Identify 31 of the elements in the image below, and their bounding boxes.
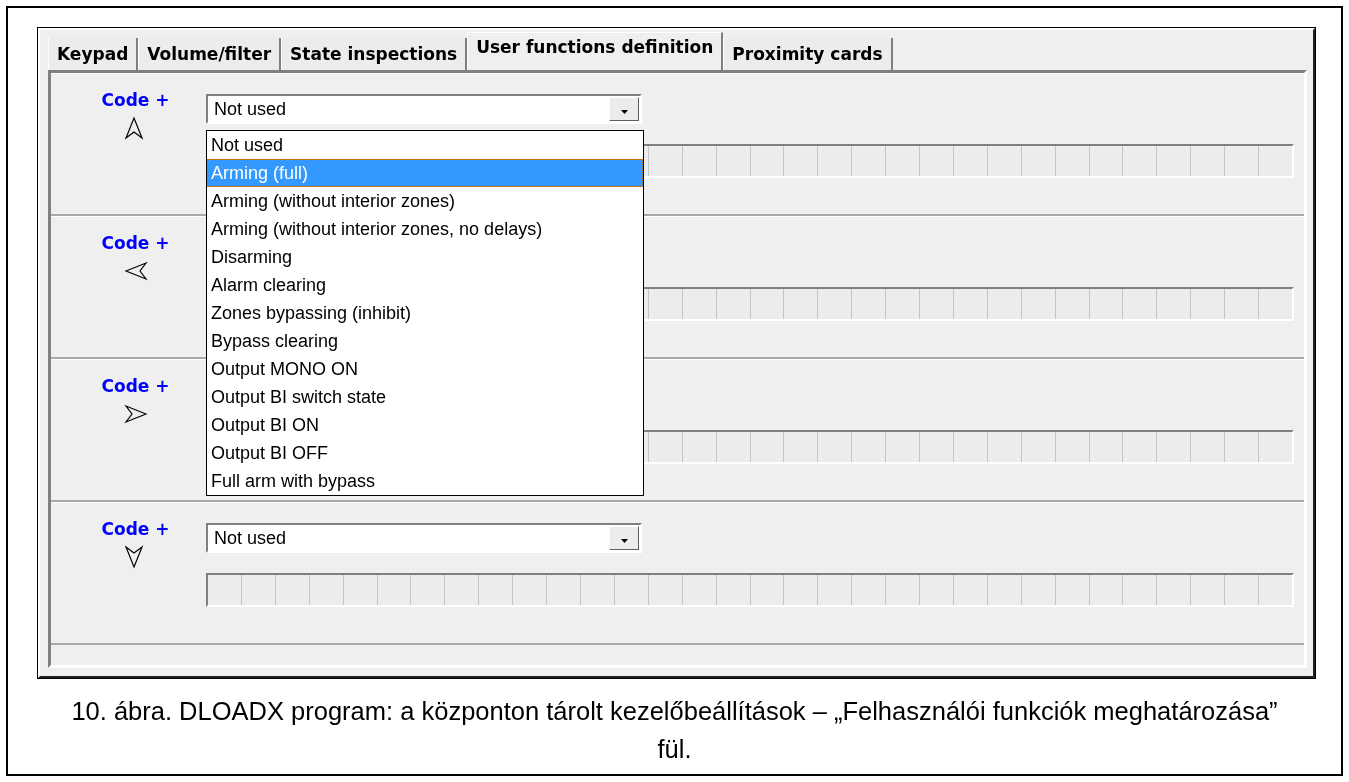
function-dropdown[interactable]: Not used [206, 523, 642, 553]
code-label: Code + [101, 519, 170, 539]
code-label: Code + [101, 233, 170, 253]
figure-caption: 10. ábra. DLOADX program: a központon tárolt kezelőbeállítások – „Felhasználói funkciók meghatározása” fül. [70, 696, 1279, 765]
list-option[interactable]: Not used [207, 131, 643, 159]
code-digits-field[interactable] [206, 573, 1294, 607]
caret-icon [620, 539, 628, 543]
list-option[interactable]: Output BI ON [207, 411, 643, 439]
tab[interactable]: User functions definition [467, 32, 724, 70]
left-arrow-icon [123, 259, 148, 283]
tab[interactable]: Keypad [48, 38, 139, 70]
list-option[interactable]: Output BI OFF [207, 439, 643, 467]
list-option[interactable]: Zones bypassing (inhibit) [207, 299, 643, 327]
function-dropdown[interactable]: Not used [206, 94, 642, 124]
tab[interactable]: Volume/filter [138, 38, 282, 70]
list-option[interactable]: Output BI switch state [207, 383, 643, 411]
code-label: Code + [101, 90, 170, 110]
tab[interactable]: Proximity cards [723, 38, 893, 70]
dropdown-button[interactable] [609, 526, 639, 550]
list-option[interactable]: Arming (without interior zones, no delays) [207, 215, 643, 243]
list-option[interactable]: Arming (without interior zones) [207, 187, 643, 215]
code-label: Code + [101, 376, 170, 396]
dropdown-button[interactable] [609, 97, 639, 121]
right-arrow-icon [123, 402, 148, 426]
list-option[interactable]: Disarming [207, 243, 643, 271]
caret-icon [620, 110, 628, 114]
tab[interactable]: State inspections [281, 38, 468, 70]
list-option[interactable]: Output MONO ON [207, 355, 643, 383]
list-option[interactable]: Alarm clearing [207, 271, 643, 299]
list-option[interactable]: Bypass clearing [207, 327, 643, 355]
list-option[interactable]: Full arm with bypass [207, 467, 643, 495]
